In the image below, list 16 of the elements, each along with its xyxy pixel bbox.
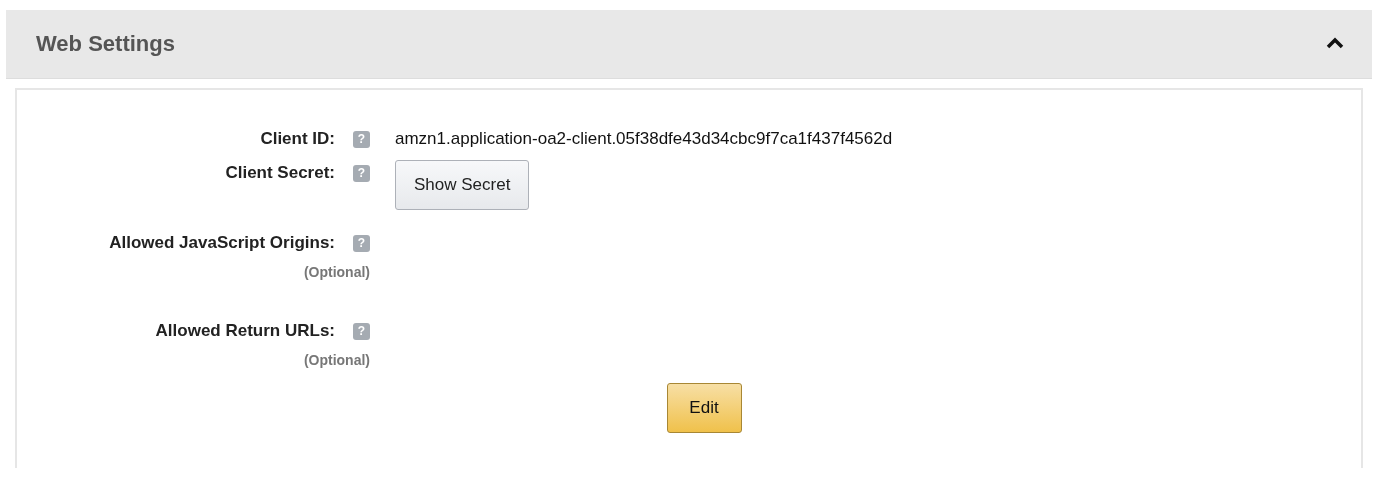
field-label: Client ID: — [259, 128, 336, 150]
help-icon[interactable]: ? — [353, 235, 370, 252]
help-icon[interactable]: ? — [353, 165, 370, 182]
show-secret-button[interactable]: Show Secret — [395, 160, 530, 210]
help-icon[interactable]: ? — [353, 323, 370, 340]
optional-note: (Optional) — [302, 351, 370, 368]
help-icon[interactable]: ? — [353, 131, 370, 148]
field-label: Allowed JavaScript Origins: — [108, 232, 336, 254]
optional-note: (Optional) — [302, 263, 370, 280]
field-label: Allowed Return URLs: — [154, 320, 336, 342]
edit-button[interactable]: Edit — [666, 383, 742, 433]
field-label: Client Secret: — [224, 162, 336, 184]
section-header[interactable]: Web Settings — [6, 10, 1372, 79]
section-title: Web Settings — [36, 31, 175, 57]
chevron-up-icon[interactable] — [1326, 37, 1344, 49]
client-id-value: amzn1.application-oa2-client.05f38dfe43d34cbc9f7ca1f437f4562d — [395, 129, 893, 148]
